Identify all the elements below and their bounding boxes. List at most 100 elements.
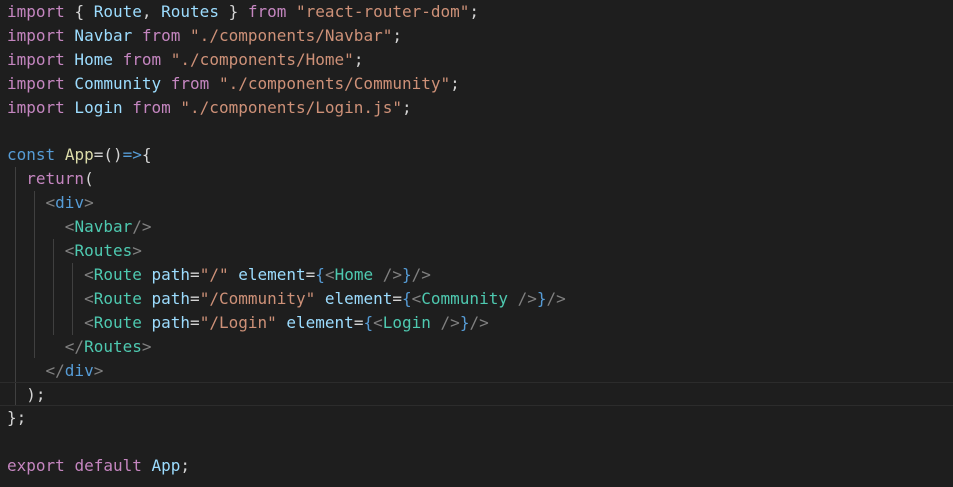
- code-token: =: [93, 145, 104, 165]
- code-line-text: <Route path="/Login" element={<Login />}…: [7, 313, 489, 332]
- code-line-text: import Home from "./components/Home";: [7, 50, 363, 69]
- code-token: =: [190, 288, 200, 308]
- code-token: element: [276, 312, 354, 332]
- code-line-text: <Route path="/" element={<Home />}/>: [7, 265, 431, 284]
- code-token: Home: [334, 264, 374, 284]
- code-line[interactable]: import Login from "./components/Login.js…: [7, 96, 412, 120]
- code-line[interactable]: const App=()=>{: [7, 143, 152, 167]
- code-token: Routes: [151, 2, 219, 21]
- code-line[interactable]: <div>: [7, 191, 94, 215]
- code-line[interactable]: return(: [7, 167, 94, 191]
- code-token: ;: [180, 456, 191, 476]
- code-token: );: [26, 385, 46, 405]
- code-token: }: [459, 312, 470, 332]
- code-token: App: [151, 456, 181, 476]
- code-line-text: const App=()=>{: [7, 145, 152, 164]
- code-token: "/Login": [199, 312, 277, 332]
- code-line[interactable]: <Navbar/>: [7, 215, 152, 239]
- code-token: (): [103, 145, 123, 165]
- code-token: Route: [93, 264, 142, 284]
- code-token: <: [84, 288, 94, 308]
- code-token: App: [64, 145, 94, 165]
- code-line[interactable]: import Community from "./components/Comm…: [7, 72, 460, 96]
- code-line[interactable]: import Navbar from "./components/Navbar"…: [7, 24, 402, 48]
- code-line[interactable]: <Route path="/Community" element={<Commu…: [7, 287, 566, 311]
- code-token: (: [84, 169, 94, 189]
- code-token: from: [132, 25, 181, 45]
- code-line[interactable]: import Home from "./components/Home";: [7, 48, 363, 72]
- code-token: =: [353, 312, 364, 332]
- code-token: Navbar: [74, 217, 133, 237]
- code-token: <: [64, 241, 75, 260]
- code-token: >: [93, 360, 104, 380]
- code-token: =: [190, 312, 200, 332]
- code-token: "./components/Login.js": [180, 97, 402, 117]
- code-line-text: export default App;: [7, 456, 190, 475]
- code-token: <: [64, 217, 75, 237]
- code-line[interactable]: );: [0, 382, 953, 407]
- code-line[interactable]: export default App;: [7, 454, 190, 478]
- code-line[interactable]: <Route path="/" element={<Home />}/>: [7, 263, 431, 287]
- code-token: import: [7, 25, 65, 45]
- code-token: Navbar: [64, 25, 133, 45]
- code-token: <: [45, 193, 56, 213]
- code-token: from: [122, 97, 171, 117]
- code-line[interactable]: </Routes>: [7, 335, 152, 359]
- code-token: import: [7, 73, 65, 93]
- code-line[interactable]: </div>: [7, 359, 104, 383]
- code-line[interactable]: };: [7, 406, 26, 430]
- code-token: ;: [353, 49, 364, 69]
- code-token: </: [45, 360, 65, 380]
- code-token: "./components/Community": [218, 73, 451, 93]
- code-token: Route: [93, 288, 142, 308]
- code-token: Routes: [74, 241, 133, 260]
- code-token: />: [507, 288, 537, 308]
- code-line[interactable]: import { Route, Routes } from "react-rou…: [7, 0, 479, 24]
- code-line-text: return(: [7, 169, 94, 189]
- code-editor[interactable]: import { Route, Routes } from "react-rou…: [0, 0, 953, 487]
- code-token: ,: [141, 2, 152, 21]
- code-token: div: [55, 193, 85, 213]
- code-line-text: };: [7, 408, 26, 427]
- code-line-text: import Navbar from "./components/Navbar"…: [7, 26, 402, 45]
- code-token: {: [315, 264, 325, 284]
- code-token: {: [141, 145, 152, 165]
- code-line-text: import { Route, Routes } from "react-rou…: [7, 2, 479, 21]
- code-token: default: [74, 456, 142, 476]
- code-token: Community: [421, 288, 508, 308]
- code-token: };: [7, 408, 27, 428]
- code-token: element: [315, 288, 393, 308]
- code-token: }: [402, 264, 412, 284]
- code-line[interactable]: <Route path="/Login" element={<Login />}…: [7, 311, 489, 335]
- code-token: >: [141, 336, 152, 356]
- code-token: />: [132, 217, 152, 237]
- code-line-text: <div>: [7, 193, 94, 212]
- code-token: =: [190, 264, 200, 284]
- code-line-text: import Community from "./components/Comm…: [7, 74, 460, 93]
- code-token: Home: [64, 49, 113, 69]
- code-line-text: );: [0, 385, 46, 405]
- code-line-text: <Route path="/Community" element={<Commu…: [7, 289, 566, 308]
- code-line-text: <Routes>: [7, 241, 142, 260]
- code-token: path: [141, 264, 191, 284]
- code-line[interactable]: <Routes>: [7, 239, 142, 263]
- code-token: >: [132, 241, 142, 260]
- code-token: path: [141, 312, 191, 332]
- code-token: import: [7, 49, 65, 69]
- code-line-text: import Login from "./components/Login.js…: [7, 98, 412, 117]
- code-token: }: [218, 2, 239, 21]
